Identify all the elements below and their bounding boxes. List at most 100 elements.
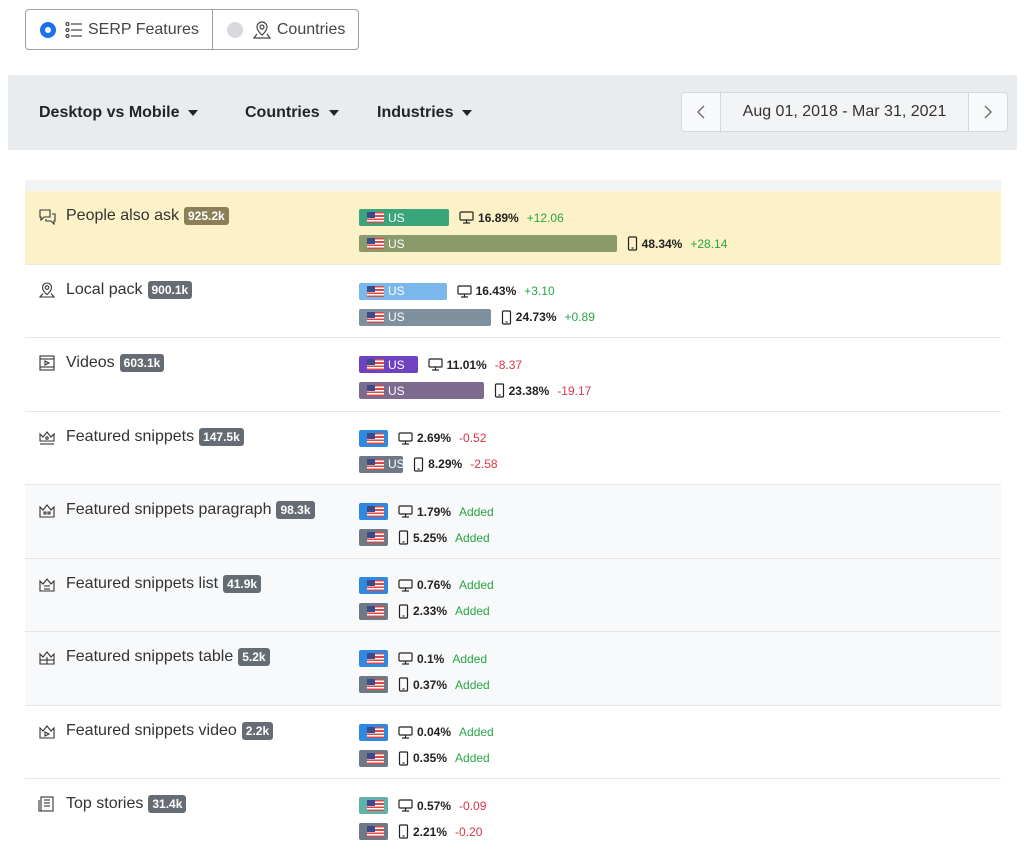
mobile-metric: 5.25% Added: [398, 530, 490, 545]
mobile-share-bar[interactable]: [359, 749, 388, 767]
desktop-share-bar[interactable]: US: [359, 356, 418, 373]
share-change: Added: [459, 725, 494, 739]
us-flag-icon: [367, 752, 384, 764]
chevron-right-icon: [984, 105, 992, 119]
feature-count-badge: 925.2k: [183, 207, 229, 225]
share-percent: 1.79%: [417, 504, 452, 519]
share-percent: 0.04%: [417, 725, 452, 739]
feature-title: Videos 603.1k: [38, 354, 165, 372]
list-crown-icon: [38, 575, 56, 593]
mobile-share-bar[interactable]: US: [359, 235, 617, 252]
desktop-share-bar[interactable]: [359, 797, 388, 814]
share-change: Added: [452, 651, 488, 666]
feature-name: Featured snippets paragraph: [66, 501, 272, 518]
feature-name: Top stories: [66, 795, 144, 812]
desktop-share-line: 0.76% Added: [359, 576, 494, 594]
desktop-share-bar[interactable]: [359, 429, 388, 447]
desktop-metric: 0.57% -0.09: [398, 799, 486, 813]
desktop-icon: [398, 578, 413, 592]
mobile-icon: [398, 603, 409, 619]
date-next-button[interactable]: [969, 93, 1007, 131]
mobile-share-bar[interactable]: [359, 529, 388, 546]
menu-desktop-vs-mobile[interactable]: Desktop vs Mobile: [39, 75, 199, 150]
serp-feature-row[interactable]: People also ask 925.2k US 16.89% +12.06 US 48.…: [25, 191, 1001, 265]
desktop-icon: [456, 284, 472, 298]
mobile-share-line: 2.21% -0.20: [359, 823, 482, 840]
feature-title: Local pack 900.1k: [38, 280, 193, 299]
desktop-share-bar[interactable]: [359, 503, 388, 520]
mobile-metric: 0.35% Added: [398, 750, 490, 766]
mobile-metric: 48.34% +28.14: [627, 236, 727, 251]
share-percent: 11.01%: [446, 357, 487, 372]
mobile-icon: [398, 750, 409, 766]
mobile-share-bar[interactable]: US: [359, 455, 404, 473]
toggle-label: Countries: [276, 20, 346, 38]
toggle-countries[interactable]: Countries: [211, 10, 358, 49]
serp-feature-row[interactable]: Featured snippets paragraph 98.3k 1.79% Add…: [25, 485, 1001, 559]
us-flag-icon: [367, 679, 384, 690]
list-header-strip: [25, 180, 1001, 191]
mobile-share-bar[interactable]: [359, 602, 388, 620]
desktop-share-line: US 16.43% +3.10: [359, 282, 555, 300]
toggle-serp-features[interactable]: SERP Features: [26, 10, 212, 49]
feature-count-badge: 5.2k: [238, 648, 270, 666]
video-icon: [38, 354, 56, 372]
serp-feature-row[interactable]: Featured snippets video 2.2k 0.04% Added 0.3…: [25, 706, 1001, 779]
desktop-share-bar[interactable]: US: [359, 209, 450, 226]
desktop-icon: [428, 358, 443, 371]
share-percent: 16.43%: [475, 284, 517, 298]
desktop-share-line: US 11.01% -8.37: [359, 356, 522, 373]
toggle-label: SERP Features: [88, 20, 199, 38]
mobile-share-line: US 8.29% -2.58: [359, 455, 498, 473]
serp-feature-row[interactable]: Videos 603.1k US 11.01% -8.37 US 23.38% -19.17: [25, 338, 1001, 412]
map-pin-icon: [38, 281, 56, 299]
feature-name: Local pack: [66, 280, 143, 298]
desktop-icon: [398, 652, 413, 665]
menu-countries[interactable]: Countries: [245, 75, 339, 150]
serp-feature-row[interactable]: Featured snippets 147.5k 2.69% -0.52 US 8.29%…: [25, 412, 1001, 485]
serp-feature-row[interactable]: Featured snippets list 41.9k 0.76% Added 2.3…: [25, 558, 1001, 632]
desktop-share-bar[interactable]: [359, 576, 388, 594]
us-flag-icon: [367, 532, 384, 543]
feature-count-badge: 98.3k: [276, 501, 315, 519]
mobile-icon: [501, 309, 512, 325]
serp-feature-row[interactable]: Local pack 900.1k US 16.43% +3.10 US 24.73% +0.…: [25, 265, 1001, 338]
feature-count-badge: 147.5k: [199, 427, 244, 446]
mobile-share-bar[interactable]: [359, 676, 388, 693]
mobile-share-bar[interactable]: US: [359, 308, 491, 326]
serp-feature-row[interactable]: Top stories 31.4k 0.57% -0.09 2.21% -0.20: [25, 779, 1001, 849]
mobile-share-bar[interactable]: [359, 823, 388, 840]
share-change: -8.37: [494, 357, 523, 372]
menu-industries[interactable]: Industries: [377, 75, 473, 150]
desktop-icon: [398, 799, 413, 812]
feature-title: Top stories 31.4k: [38, 795, 187, 813]
map-pin-icon: [252, 20, 272, 40]
mobile-share-line: US 24.73% +0.89: [359, 308, 595, 326]
share-percent: 0.76%: [417, 578, 452, 592]
mobile-icon: [494, 383, 505, 398]
mobile-share-line: US 23.38% -19.17: [359, 382, 591, 399]
desktop-share-bar[interactable]: US: [359, 282, 447, 300]
mobile-metric: 0.37% Added: [398, 677, 490, 692]
share-change: +3.10: [524, 284, 555, 298]
share-percent: 16.89%: [478, 210, 519, 225]
date-prev-button[interactable]: [682, 93, 720, 131]
mobile-share-bar[interactable]: US: [359, 382, 484, 399]
desktop-metric: 16.89% +12.06: [459, 211, 564, 225]
feature-name: Featured snippets list: [66, 574, 219, 592]
desktop-share-bar[interactable]: [359, 723, 388, 741]
serp-feature-row[interactable]: Featured snippets table 5.2k 0.1% Added 0.37…: [25, 632, 1001, 706]
us-flag-icon: [367, 212, 384, 223]
share-percent: 0.57%: [417, 798, 452, 813]
caret-down-icon: [188, 109, 199, 116]
share-change: Added: [455, 677, 490, 692]
mobile-share-line: US 48.34% +28.14: [359, 235, 727, 252]
share-percent: 2.21%: [413, 824, 448, 839]
crown-icon: [38, 428, 56, 446]
desktop-share-bar[interactable]: [359, 650, 388, 667]
date-range-display[interactable]: Aug 01, 2018 - Mar 31, 2021: [720, 93, 969, 131]
us-flag-icon: [367, 653, 384, 664]
us-flag-icon: [367, 311, 384, 323]
desktop-metric: 11.01% -8.37: [428, 358, 522, 372]
mobile-icon: [398, 824, 409, 839]
